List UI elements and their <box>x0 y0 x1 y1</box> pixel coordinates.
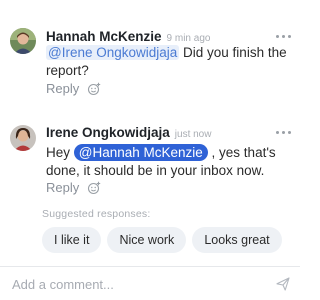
suggestion-chip[interactable]: I like it <box>42 227 102 253</box>
author-name[interactable]: Hannah McKenzie <box>46 29 162 44</box>
suggestion-chip[interactable]: Looks great <box>192 227 282 253</box>
timestamp: 9 min ago <box>166 33 211 44</box>
more-horizontal-icon[interactable] <box>274 127 292 137</box>
comment-actions: Reply <box>46 81 101 96</box>
comment-body: @Irene Ongkowidjaja Did you finish the r… <box>46 44 292 80</box>
suggested-responses-title: Suggested responses: <box>42 208 151 220</box>
suggestion-chip[interactable]: Nice work <box>107 227 187 253</box>
comment-body: Hey @Hannah McKenzie , yes that's done, … <box>46 144 292 180</box>
comment-hannah: Hannah McKenzie 9 min ago @Irene Ongkowid… <box>0 0 300 110</box>
comment-actions: Reply <box>46 180 101 195</box>
comment-text-start: Hey <box>46 145 74 160</box>
avatar-irene[interactable] <box>10 125 36 151</box>
smile-add-icon[interactable] <box>87 181 101 195</box>
send-icon[interactable] <box>276 277 290 291</box>
timestamp: just now <box>174 129 212 140</box>
comment-composer <box>0 266 300 300</box>
smile-add-icon[interactable] <box>87 82 101 96</box>
mention-hannah[interactable]: @Hannah McKenzie <box>73 144 208 161</box>
comment-header: Irene Ongkowidjaja just now <box>46 124 211 142</box>
reply-button[interactable]: Reply <box>46 81 79 96</box>
comment-irene: Irene Ongkowidjaja just now Hey @Hannah M… <box>0 110 300 206</box>
mention-irene[interactable]: @Irene Ongkowidjaja <box>46 45 180 60</box>
suggested-responses: I like it Nice work Looks great <box>42 227 282 253</box>
avatar-hannah[interactable] <box>10 28 36 54</box>
comment-input[interactable] <box>12 275 262 293</box>
reply-button[interactable]: Reply <box>46 180 79 195</box>
more-horizontal-icon[interactable] <box>274 31 292 41</box>
author-name[interactable]: Irene Ongkowidjaja <box>46 125 170 140</box>
